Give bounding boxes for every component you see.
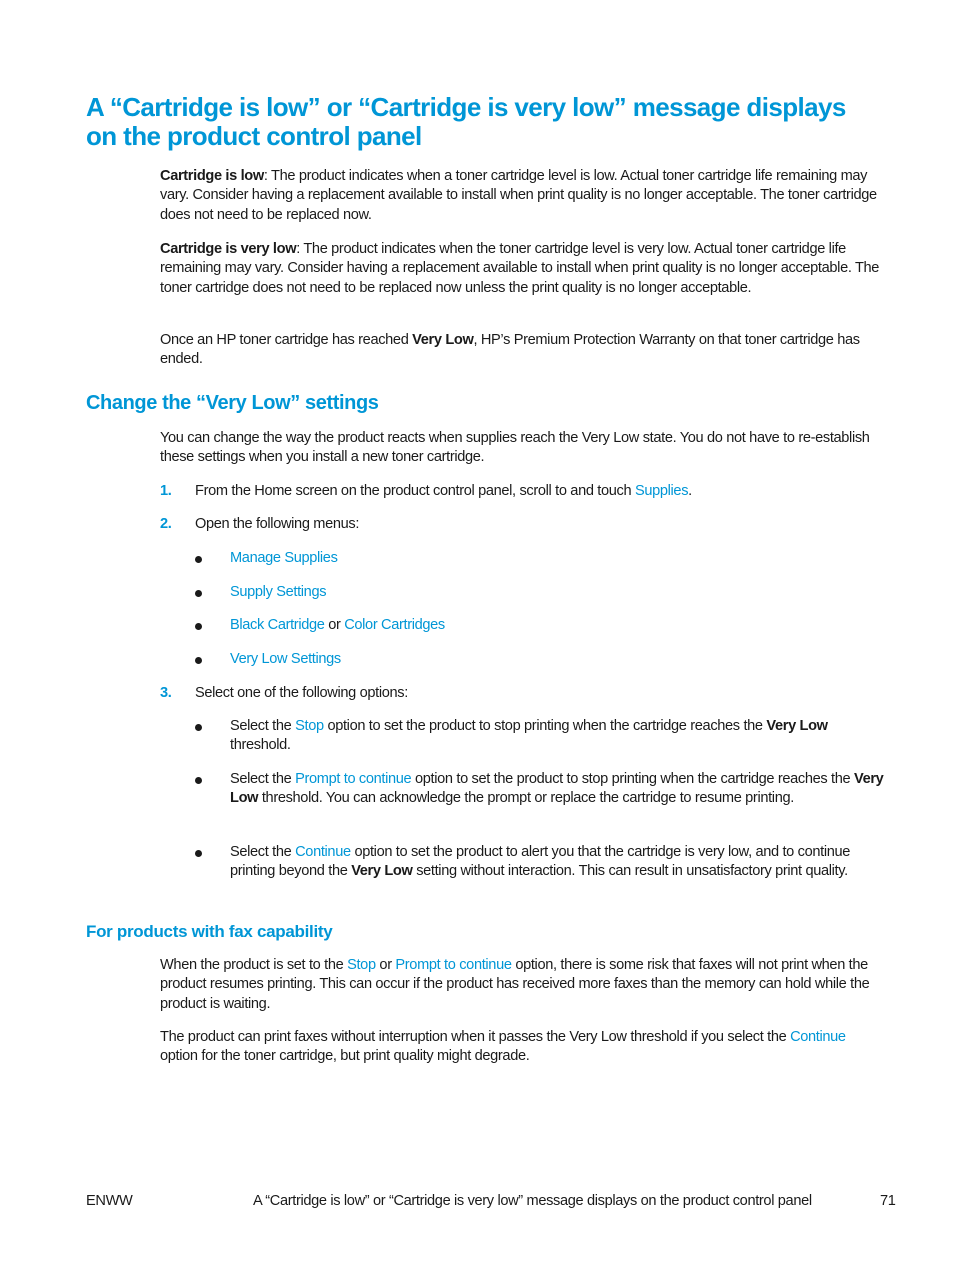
subsection-heading-fax: For products with fax capability <box>86 922 333 941</box>
page-title: A “Cartridge is low” or “Cartridge is ve… <box>86 93 886 151</box>
cartridge-low-paragraph: Cartridge is low: The product indicates … <box>160 167 885 225</box>
section-intro-paragraph: You can change the way the product react… <box>160 430 870 466</box>
fax-paragraph-2: The product can print faxes without inte… <box>160 1028 885 1067</box>
warranty-bold: Very Low <box>412 332 474 348</box>
menu-item-text: Manage Supplies <box>230 549 885 568</box>
step-text-after: . <box>688 483 692 499</box>
page-title-line-2: on the product control panel <box>86 121 422 151</box>
color-cartridges-link[interactable]: Color Cartridges <box>344 617 445 633</box>
document-page: A “Cartridge is low” or “Cartridge is ve… <box>0 0 954 1270</box>
bullet-icon <box>195 590 202 597</box>
menu-item-text: Very Low Settings <box>230 650 885 669</box>
term-cartridge-very-low: Cartridge is very low <box>160 241 297 257</box>
cartridge-low-text: : The product indicates when a toner car… <box>160 168 877 223</box>
option-text-mid: option to set the product to stop printi… <box>323 718 767 734</box>
fax-text-after: option for the toner cartridge, but prin… <box>160 1048 530 1065</box>
manage-supplies-link[interactable]: Manage Supplies <box>230 550 338 566</box>
option-text-before: Select the <box>230 718 296 734</box>
very-low-settings-link[interactable]: Very Low Settings <box>230 651 341 667</box>
prompt-to-continue-link[interactable]: Prompt to continue <box>295 771 412 787</box>
option-text: Select the Stop option to set the produc… <box>230 717 885 756</box>
step-number: 3. <box>160 685 172 701</box>
step-number: 1. <box>160 483 172 499</box>
warranty-paragraph: Once an HP toner cartridge has reached V… <box>160 331 885 370</box>
step-text: From the Home screen on the product cont… <box>195 482 885 501</box>
option-text-after: threshold. You can acknowledge the promp… <box>258 790 794 807</box>
option-text-after: setting without interaction. This can re… <box>412 863 848 880</box>
footer-page-number: 71 <box>880 1193 896 1209</box>
term-cartridge-low: Cartridge is low <box>160 168 264 184</box>
fax-text-before: The product can print faxes without inte… <box>160 1029 791 1045</box>
supplies-link[interactable]: Supplies <box>635 483 689 499</box>
menu-item-text: Black Cartridge or Color Cartridges <box>230 616 885 635</box>
bullet-icon <box>195 724 202 731</box>
bullet-icon <box>195 657 202 664</box>
bullet-icon <box>195 850 202 857</box>
step-number: 2. <box>160 516 172 532</box>
page-title-line-1: A “Cartridge is low” or “Cartridge is ve… <box>86 92 846 122</box>
footer-left: ENWW <box>86 1193 133 1209</box>
or-text: or <box>324 617 345 633</box>
step-text: Open the following menus: <box>195 516 360 532</box>
menu-item-text: Supply Settings <box>230 583 885 602</box>
fax-continue-link[interactable]: Continue <box>790 1029 846 1045</box>
option-bold: Very Low <box>766 718 828 734</box>
section-heading-very-low-settings: Change the “Very Low” settings <box>86 392 379 414</box>
footer-section-title: A “Cartridge is low” or “Cartridge is ve… <box>253 1193 812 1209</box>
cartridge-very-low-paragraph: Cartridge is very low: The product indic… <box>160 240 885 298</box>
fax-stop-link[interactable]: Stop <box>347 957 376 973</box>
option-text: Select the Continue option to set the pr… <box>230 843 885 882</box>
fax-paragraph-1: When the product is set to the Stop or P… <box>160 956 885 1014</box>
step-text-before: From the Home screen on the product cont… <box>195 483 635 499</box>
option-text-before: Select the <box>230 771 296 787</box>
bullet-icon <box>195 777 202 784</box>
black-cartridge-link[interactable]: Black Cartridge <box>230 617 325 633</box>
option-text-before: Select the <box>230 844 296 860</box>
warranty-text-before: Once an HP toner cartridge has reached <box>160 332 413 348</box>
option-text-mid: option to set the product to stop printi… <box>411 771 854 787</box>
supply-settings-link[interactable]: Supply Settings <box>230 584 327 600</box>
option-text-after: threshold. <box>230 737 291 754</box>
stop-link[interactable]: Stop <box>295 718 324 734</box>
continue-link[interactable]: Continue <box>295 844 351 860</box>
fax-text-mid: or <box>375 957 396 973</box>
bullet-icon <box>195 556 202 563</box>
fax-prompt-to-continue-link[interactable]: Prompt to continue <box>395 957 512 973</box>
bullet-icon <box>195 623 202 630</box>
step-text: Select one of the following options: <box>195 685 408 701</box>
fax-text-before: When the product is set to the <box>160 957 348 973</box>
option-text: Select the Prompt to continue option to … <box>230 770 885 809</box>
option-bold: Very Low <box>351 863 413 880</box>
